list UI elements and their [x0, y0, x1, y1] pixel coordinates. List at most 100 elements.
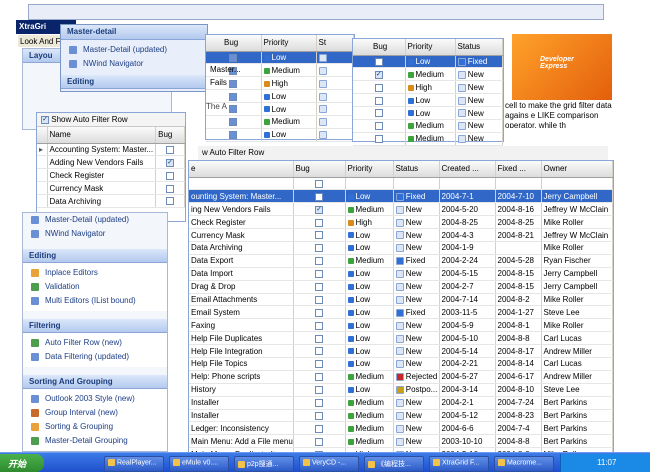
table-row[interactable]: History Low Postpo... 2004-3-14 2004-8-1…	[189, 383, 613, 397]
mid-col-bug[interactable]: Bug	[206, 35, 262, 52]
mid-col-status[interactable]: St	[316, 35, 354, 52]
table-row[interactable]: Low	[206, 102, 354, 116]
bug-checkbox[interactable]	[374, 57, 383, 66]
nav-item[interactable]: Inplace Editors	[23, 266, 167, 280]
main-col-created[interactable]: Created ...	[439, 161, 496, 178]
bug-checkbox[interactable]	[374, 83, 383, 92]
bug-checkbox[interactable]	[374, 70, 383, 79]
bug-checkbox[interactable]	[315, 192, 323, 201]
bug-checkbox[interactable]	[229, 79, 238, 88]
bug-checkbox[interactable]	[315, 334, 323, 343]
bug-checkbox[interactable]	[229, 53, 238, 62]
bug-checkbox[interactable]	[315, 308, 323, 317]
table-row[interactable]: Drag & Drop Low New 2004-2-7 2004-8-15 J…	[189, 280, 613, 294]
bug-checkbox[interactable]	[229, 92, 238, 101]
nav-item[interactable]: Group Interval (new)	[23, 406, 167, 420]
table-row[interactable]: Installer Medium New 2004-2-1 2004-7-24 …	[189, 396, 613, 410]
bug-checkbox[interactable]	[315, 398, 323, 407]
table-row[interactable]: Help File Integration Low New 2004-5-14 …	[189, 344, 613, 358]
table-row[interactable]: Low	[206, 128, 354, 142]
table-row[interactable]: Medium New	[353, 119, 503, 133]
table-row[interactable]: Help File Duplicates Low New 2004-5-10 2…	[189, 331, 613, 346]
right-col-bug[interactable]: Bug	[353, 39, 406, 56]
main-col-owner[interactable]: Owner	[541, 161, 613, 178]
taskbar-button[interactable]: p2p搜通...	[234, 456, 294, 472]
table-row[interactable]: ▸ Accounting System: Master...	[37, 143, 185, 157]
table-row[interactable]: Data Archiving Low New 2004-1-9 Mike Rol…	[189, 241, 613, 255]
bug-checkbox[interactable]	[315, 411, 323, 420]
table-row[interactable]: ounting System: Master... Low Fixed 2004…	[189, 189, 613, 204]
main-col-bug[interactable]: Bug	[293, 161, 346, 178]
mid-col-priority[interactable]: Priority	[261, 35, 317, 52]
nav-item-nwind[interactable]: NWind Navigator	[23, 227, 167, 241]
bug-checkbox[interactable]	[374, 135, 383, 144]
table-row[interactable]: High New	[353, 80, 503, 95]
bug-checkbox[interactable]	[315, 270, 323, 279]
table-row[interactable]: ing New Vendors Fails Medium New 2004-5-…	[189, 202, 613, 217]
bug-checkbox[interactable]	[166, 184, 175, 193]
taskbar-button[interactable]: VeryCD -...	[299, 456, 359, 472]
main-col-name[interactable]: e	[189, 161, 294, 178]
table-row[interactable]: Medium	[206, 115, 354, 129]
bug-checkbox[interactable]	[229, 118, 238, 127]
table-row[interactable]: Ledger: Inconsistency Medium New 2004-6-…	[189, 421, 613, 436]
bug-checkbox[interactable]	[229, 131, 238, 140]
taskbar-button[interactable]: XtraGrid F...	[429, 456, 489, 472]
nav-item[interactable]: Outlook 2003 Style (new)	[23, 392, 167, 406]
nav-item[interactable]: Master-Detail Grouping	[23, 434, 167, 448]
table-row[interactable]: Low	[206, 51, 354, 65]
table-row[interactable]: Currency Mask	[37, 181, 185, 196]
table-row[interactable]: Help File Topics Low New 2004-2-21 2004-…	[189, 357, 613, 371]
bug-checkbox[interactable]	[374, 122, 383, 131]
show-auto-filter-row[interactable]: Show Auto Filter Row	[37, 113, 185, 127]
small-col-bug[interactable]: Bug	[155, 127, 185, 144]
table-row[interactable]: High	[206, 76, 354, 91]
bug-checkbox[interactable]	[315, 244, 323, 253]
bug-checkbox[interactable]	[315, 257, 323, 266]
nav-item[interactable]: Validation	[23, 280, 167, 294]
table-row[interactable]: Medium New	[353, 132, 503, 146]
bug-checkbox[interactable]	[315, 373, 323, 382]
popup-item-master-detail[interactable]: Master-Detail (updated)	[61, 43, 207, 57]
table-row[interactable]: Data Archiving	[37, 194, 185, 208]
table-row[interactable]: Email System Low Fixed 2003-11-5 2004-1-…	[189, 305, 613, 320]
main-col-fixed[interactable]: Fixed ...	[495, 161, 542, 178]
main-col-priority[interactable]: Priority	[345, 161, 394, 178]
taskbar-button[interactable]: Macrome...	[494, 456, 554, 472]
nav-item[interactable]: Data Filtering (updated)	[23, 350, 167, 364]
nav-item[interactable]: Sorting & Grouping	[23, 420, 167, 434]
table-row[interactable]: Help: Phone scripts Medium Rejected 2004…	[189, 370, 613, 384]
table-row[interactable]: Adding New Vendors Fails	[37, 155, 185, 170]
table-row[interactable]: Low Fixed	[353, 55, 503, 69]
bug-checkbox[interactable]	[315, 360, 323, 369]
right-col-status[interactable]: Status	[455, 39, 503, 56]
bug-checkbox[interactable]	[315, 218, 323, 227]
bug-checkbox[interactable]	[315, 205, 323, 214]
table-row[interactable]: Medium New	[353, 67, 503, 82]
show-auto-filter-checkbox[interactable]	[41, 115, 49, 124]
table-row[interactable]: Data Export Medium Fixed 2004-2-24 2004-…	[189, 254, 613, 268]
table-row[interactable]: Currency Mask Low New 2004-4-3 2004-8-21…	[189, 228, 613, 242]
table-row[interactable]: Low New	[353, 106, 503, 120]
bug-checkbox[interactable]	[374, 109, 383, 118]
bug-checkbox[interactable]	[315, 295, 323, 304]
main-col-status[interactable]: Status	[393, 161, 440, 178]
filter-checkbox[interactable]	[315, 179, 323, 188]
right-col-priority[interactable]: Priority	[405, 39, 456, 56]
nav-item[interactable]: Multi Editors (IList bound)	[23, 294, 167, 308]
table-row[interactable]: Data Import Low New 2004-5-15 2004-8-15 …	[189, 267, 613, 281]
table-row[interactable]: Faxing Low New 2004-5-9 2004-8-1 Mike Ro…	[189, 318, 613, 333]
small-col-name[interactable]: Name	[47, 127, 157, 144]
table-row[interactable]: Check Register	[37, 168, 185, 183]
bug-checkbox[interactable]	[315, 282, 323, 291]
bug-checkbox[interactable]	[315, 321, 323, 330]
auto-filter-row[interactable]	[189, 177, 613, 191]
table-row[interactable]: Low	[206, 89, 354, 104]
bug-checkbox[interactable]	[166, 171, 175, 180]
bug-checkbox[interactable]	[315, 437, 323, 446]
bug-checkbox[interactable]	[315, 231, 323, 240]
popup-section-editing[interactable]: Editing	[61, 75, 207, 89]
table-row[interactable]: Low New	[353, 93, 503, 108]
bug-checkbox[interactable]	[166, 158, 175, 167]
popup-header[interactable]: Master-detail	[61, 25, 207, 40]
